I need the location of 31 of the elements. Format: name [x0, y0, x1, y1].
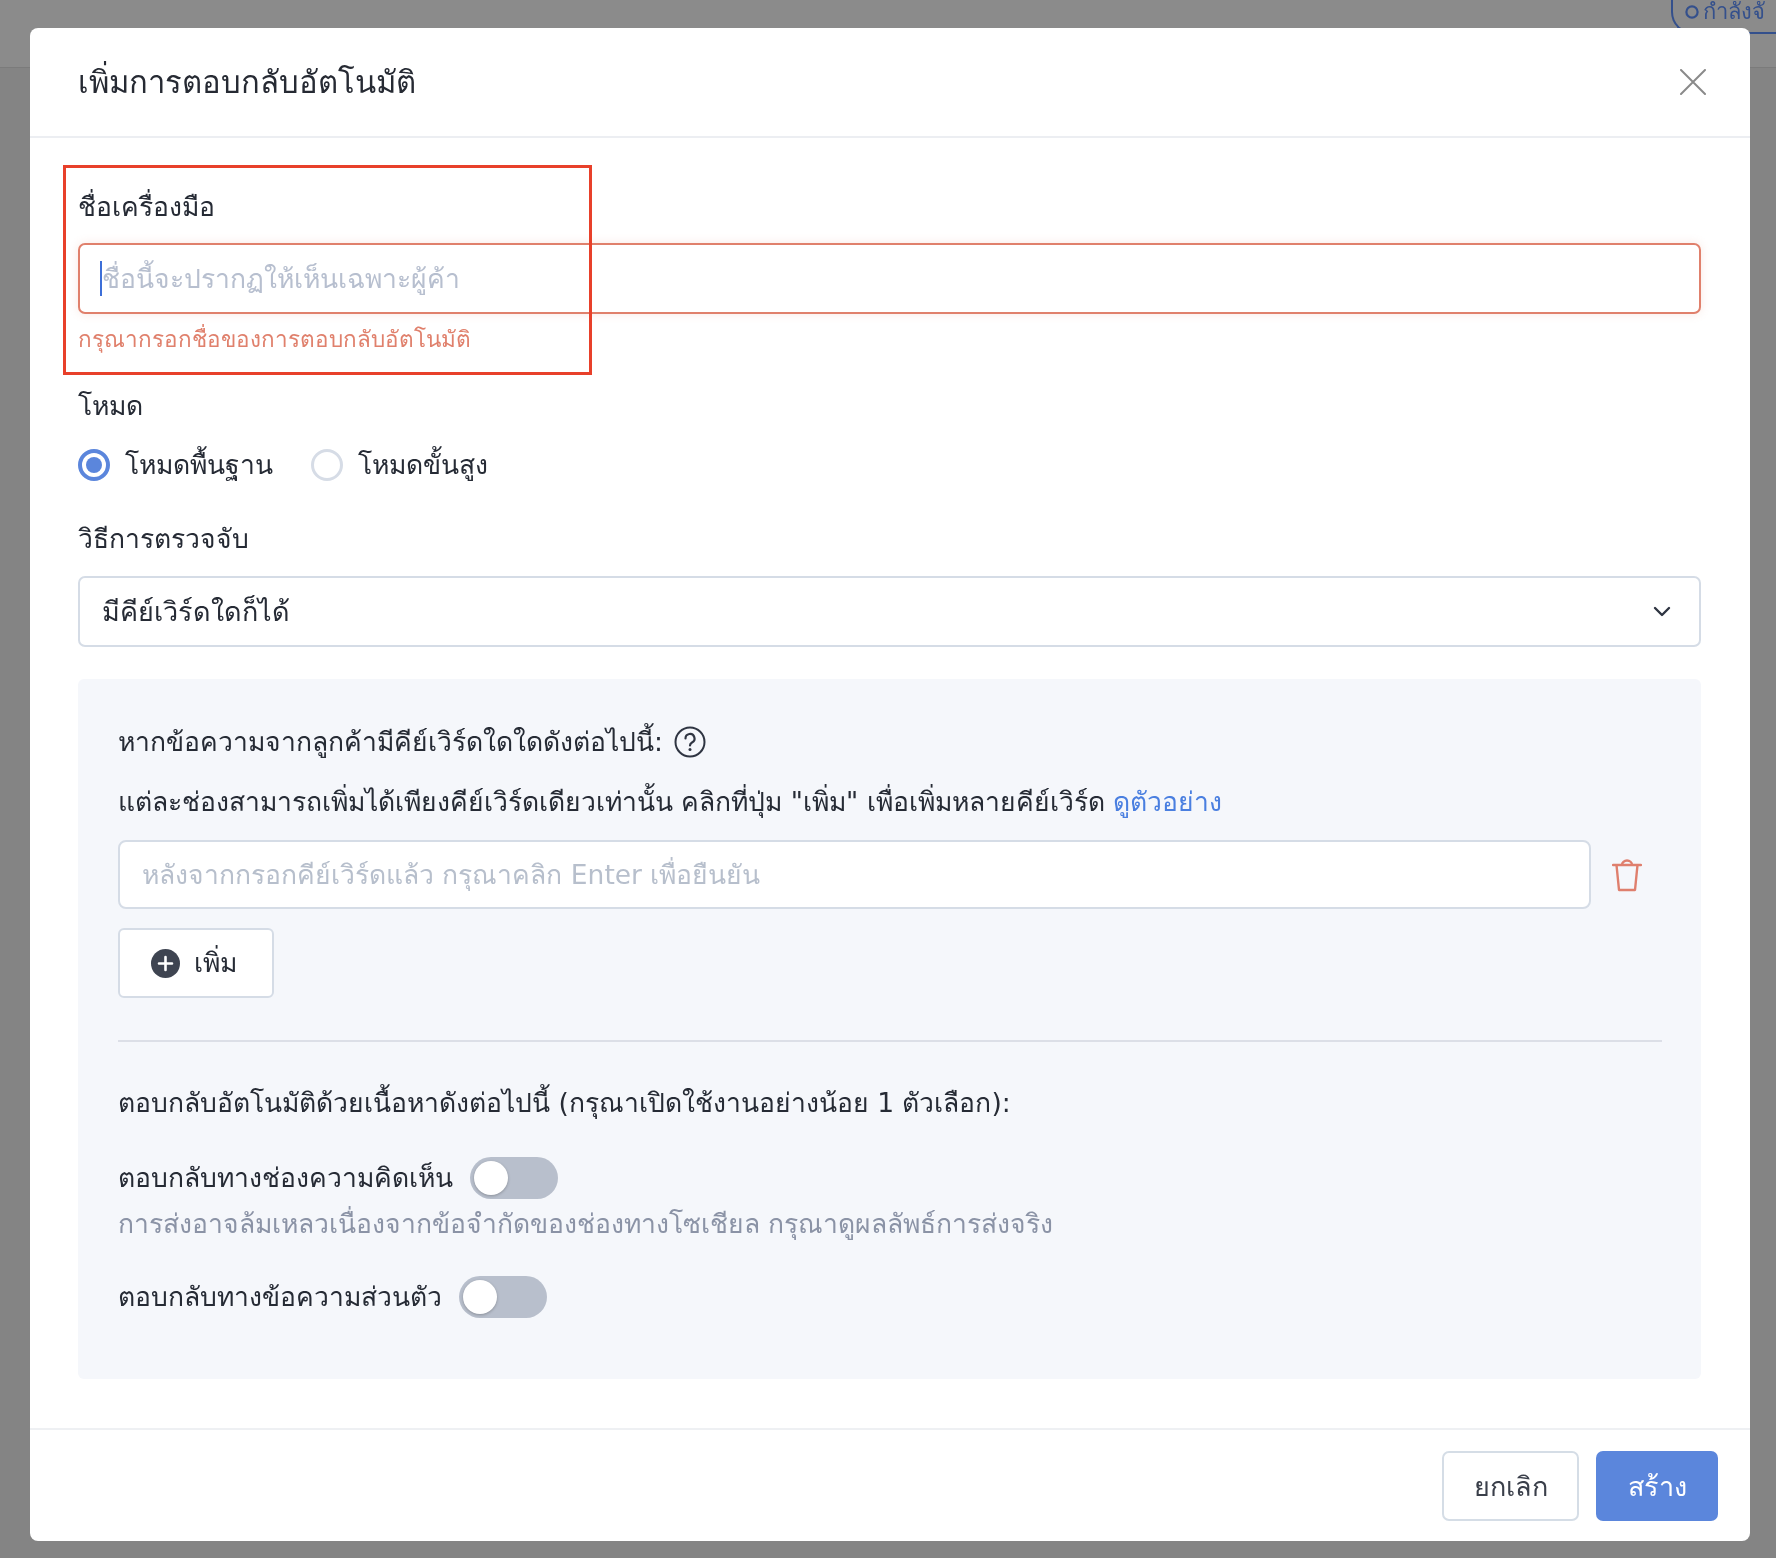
status-ring-icon — [1685, 5, 1699, 19]
cancel-button[interactable]: ยกเลิก — [1442, 1451, 1579, 1521]
close-button[interactable] — [1680, 69, 1706, 95]
plus-circle-icon — [151, 948, 180, 978]
instruction-text: แต่ละช่องสามารถเพิ่มได้เพียงคีย์เวิร์ดเดียวเท่านั้น คลิกที่ปุ่ม "เพิ่ม" เพื่อเพิ่มหลายคีย์เวิร์ด ดูตัวอย่าง — [118, 785, 1223, 819]
help-icon — [673, 726, 706, 758]
add-button[interactable]: เพิ่ม — [118, 928, 274, 998]
close-icon — [1680, 69, 1706, 95]
field-label: โหมด — [78, 389, 143, 423]
chevron-down-icon — [1653, 606, 1671, 617]
radio-button[interactable] — [78, 449, 110, 481]
dropdown-select[interactable]: มีคีย์เวิร์ดใดก็ได้ — [78, 576, 1701, 647]
example-link[interactable]: ดูตัวอย่าง — [1113, 786, 1223, 817]
dialog-title: เพิ่มการตอบกลับอัตโนมัติ — [78, 61, 416, 103]
trash-icon — [1612, 857, 1642, 892]
status-text: กำลังจั — [1703, 0, 1765, 25]
section-heading: หากข้อความจากลูกค้ามีคีย์เวิร์ดใดใดดังต่อไปนี้: — [118, 725, 663, 759]
create-button[interactable]: สร้าง — [1596, 1451, 1718, 1521]
keyword-input[interactable]: หลังจากกรอกคีย์เวิร์ดแล้ว กรุณาคลิก Enter เพื่อยืนยัน — [118, 840, 1591, 909]
toggle-switch[interactable] — [459, 1276, 547, 1318]
toggle-label: ตอบกลับทางข้อความส่วนตัว — [118, 1280, 442, 1314]
text-input[interactable]: ชื่อนี้จะปรากฏให้เห็นเฉพาะผู้ค้า — [78, 243, 1701, 314]
radio-option[interactable]: โหมดพื้นฐาน — [78, 445, 273, 485]
section-heading: ตอบกลับอัตโนมัติด้วยเนื้อหาดังต่อไปนี้ (กรุณาเปิดใช้งานอย่างน้อย 1 ตัวเลือก): — [118, 1086, 1011, 1120]
delete-button[interactable] — [1612, 857, 1642, 892]
toggle-switch[interactable] — [470, 1157, 558, 1199]
toggle-label: ตอบกลับทางช่องความคิดเห็น — [118, 1161, 453, 1195]
radio-option[interactable]: โหมดขั้นสูง — [311, 445, 488, 485]
field-label: ชื่อเครื่องมือ — [78, 190, 215, 224]
field-label: วิธีการตรวจจับ — [78, 522, 249, 556]
error-message: กรุณากรอกชื่อของการตอบกลับอัตโนมัติ — [78, 324, 471, 354]
